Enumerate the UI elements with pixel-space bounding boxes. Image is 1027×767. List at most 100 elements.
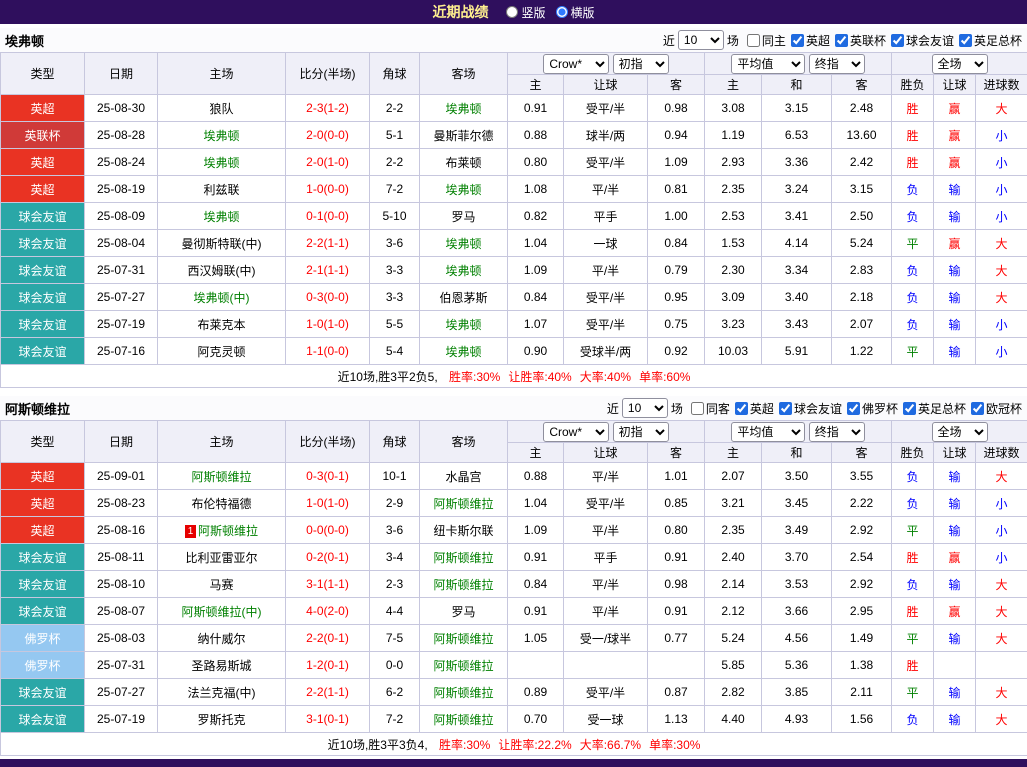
score[interactable]: 1-0(0-0) [286,176,370,203]
away-team-cell[interactable]: 罗马 [420,203,508,230]
home-team-cell[interactable]: 纳什威尔 [158,625,286,652]
competition-filter[interactable]: 球会友谊 [891,32,954,49]
competition-filter[interactable]: 球会友谊 [779,400,842,417]
away-team-cell[interactable]: 埃弗顿 [420,311,508,338]
home-team-cell[interactable]: 阿克灵顿 [158,338,286,365]
home-team-cell[interactable]: 圣路易斯城 [158,652,286,679]
home-team-cell[interactable]: 埃弗顿 [158,203,286,230]
away-team-cell[interactable]: 曼斯菲尔德 [420,122,508,149]
competition-filter[interactable]: 英足总杯 [903,400,966,417]
filter-checkbox[interactable] [959,34,972,47]
score[interactable]: 0-3(0-0) [286,284,370,311]
competition-filter[interactable]: 欧冠杯 [971,400,1022,417]
layout-option-horizontal[interactable]: 横版 [556,4,595,21]
recent-count-select[interactable]: 10 [678,30,724,50]
filter-checkbox[interactable] [747,34,760,47]
score[interactable]: 2-2(1-1) [286,679,370,706]
competition-filter[interactable]: 英超 [735,400,774,417]
filter-checkbox[interactable] [779,402,792,415]
score[interactable]: 2-0(0-0) [286,122,370,149]
euro-index-select[interactable]: 终指 [809,422,865,442]
euro-average-select[interactable]: 平均值 [731,422,805,442]
away-team-cell[interactable]: 纽卡斯尔联 [420,517,508,544]
filter-checkbox[interactable] [971,402,984,415]
score[interactable]: 4-0(2-0) [286,598,370,625]
away-team-cell[interactable]: 罗马 [420,598,508,625]
recent-count-select[interactable]: 10 [622,398,668,418]
home-team-cell[interactable]: 曼彻斯特联(中) [158,230,286,257]
away-team-cell[interactable]: 布莱顿 [420,149,508,176]
company-select[interactable]: Crow* [543,54,609,74]
competition-filter[interactable]: 英足总杯 [959,32,1022,49]
competition-filter[interactable]: 同客 [691,400,730,417]
score[interactable]: 3-1(1-1) [286,571,370,598]
score[interactable]: 2-0(1-0) [286,149,370,176]
competition-filter[interactable]: 同主 [747,32,786,49]
competition-filter[interactable]: 英联杯 [835,32,886,49]
filter-checkbox[interactable] [791,34,804,47]
euro-index-select[interactable]: 终指 [809,54,865,74]
score[interactable]: 0-3(0-1) [286,463,370,490]
home-team-cell[interactable]: 狼队 [158,95,286,122]
competition-filter[interactable]: 英超 [791,32,830,49]
filter-checkbox[interactable] [691,402,704,415]
away-team-cell[interactable]: 伯恩茅斯 [420,284,508,311]
filter-checkbox[interactable] [735,402,748,415]
home-team-cell[interactable]: 埃弗顿 [158,122,286,149]
home-team-cell[interactable]: 西汉姆联(中) [158,257,286,284]
asia-index-select[interactable]: 初指 [613,54,669,74]
away-team-cell[interactable]: 阿斯顿维拉 [420,652,508,679]
score[interactable]: 0-0(0-0) [286,517,370,544]
away-team-cell[interactable]: 埃弗顿 [420,257,508,284]
home-team-cell[interactable]: 埃弗顿(中) [158,284,286,311]
asia-index-select[interactable]: 初指 [613,422,669,442]
home-team-cell[interactable]: 罗斯托克 [158,706,286,733]
col-away: 客场 [420,421,508,463]
score[interactable]: 0-1(0-0) [286,203,370,230]
scope-select[interactable]: 全场 [932,422,988,442]
home-team-cell[interactable]: 利兹联 [158,176,286,203]
away-team-cell[interactable]: 埃弗顿 [420,230,508,257]
away-team-cell[interactable]: 阿斯顿维拉 [420,544,508,571]
away-team-cell[interactable]: 阿斯顿维拉 [420,706,508,733]
filter-checkbox[interactable] [891,34,904,47]
home-team-cell[interactable]: 布莱克本 [158,311,286,338]
filter-checkbox[interactable] [903,402,916,415]
scope-select[interactable]: 全场 [932,54,988,74]
horizontal-radio-input[interactable] [556,6,568,18]
score[interactable]: 2-3(1-2) [286,95,370,122]
score[interactable]: 3-1(0-1) [286,706,370,733]
away-team-cell[interactable]: 阿斯顿维拉 [420,571,508,598]
home-team-cell[interactable]: 埃弗顿 [158,149,286,176]
home-team-cell[interactable]: 布伦特福德 [158,490,286,517]
euro-average-select[interactable]: 平均值 [731,54,805,74]
score[interactable]: 2-1(1-1) [286,257,370,284]
summary-record: 近10场,胜3平3负4, [328,738,431,752]
score[interactable]: 1-1(0-0) [286,338,370,365]
home-team-cell[interactable]: 阿斯顿维拉 [158,463,286,490]
company-select[interactable]: Crow* [543,422,609,442]
home-team-cell[interactable]: 马赛 [158,571,286,598]
away-team-cell[interactable]: 阿斯顿维拉 [420,625,508,652]
competition-filter[interactable]: 佛罗杯 [847,400,898,417]
score[interactable]: 1-2(0-1) [286,652,370,679]
away-team-cell[interactable]: 埃弗顿 [420,95,508,122]
home-team-cell[interactable]: 法兰克福(中) [158,679,286,706]
home-team-cell[interactable]: 比利亚雷亚尔 [158,544,286,571]
home-team-cell[interactable]: 1阿斯顿维拉 [158,517,286,544]
vertical-radio-input[interactable] [506,6,518,18]
filter-checkbox[interactable] [835,34,848,47]
layout-option-vertical[interactable]: 竖版 [506,4,545,21]
away-team-cell[interactable]: 水晶宫 [420,463,508,490]
away-team-cell[interactable]: 埃弗顿 [420,338,508,365]
score[interactable]: 1-0(1-0) [286,311,370,338]
home-team-cell[interactable]: 阿斯顿维拉(中) [158,598,286,625]
score[interactable]: 2-2(1-1) [286,230,370,257]
filter-checkbox[interactable] [847,402,860,415]
score[interactable]: 0-2(0-1) [286,544,370,571]
away-team-cell[interactable]: 阿斯顿维拉 [420,679,508,706]
away-team-cell[interactable]: 埃弗顿 [420,176,508,203]
score[interactable]: 1-0(1-0) [286,490,370,517]
score[interactable]: 2-2(0-1) [286,625,370,652]
away-team-cell[interactable]: 阿斯顿维拉 [420,490,508,517]
